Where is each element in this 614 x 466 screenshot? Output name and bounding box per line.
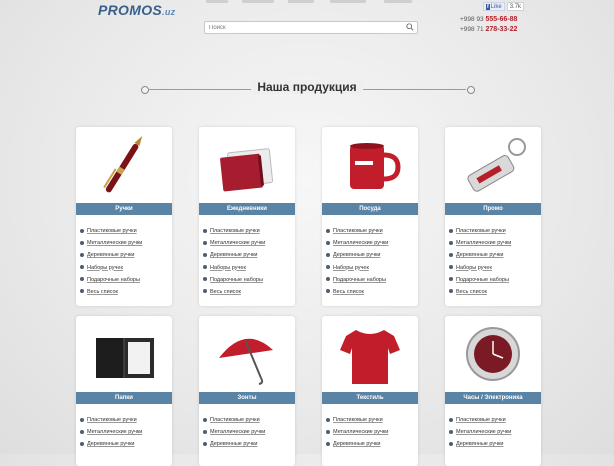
- umbrella-icon: [219, 338, 273, 385]
- list-item[interactable]: Наборы ручек: [203, 264, 265, 276]
- list-item[interactable]: Весь список: [449, 288, 511, 300]
- list-item[interactable]: Пластиковые ручки: [80, 227, 142, 239]
- list-item[interactable]: Пластиковые ручки: [326, 227, 388, 239]
- product-card[interactable]: Промо Пластиковые ручки Металлические ру…: [445, 127, 541, 306]
- list-item[interactable]: Деревянные ручки: [449, 440, 511, 452]
- top-navigation: [206, 0, 426, 4]
- product-card[interactable]: Папки Пластиковые ручки Металлические ру…: [76, 316, 172, 466]
- list-item[interactable]: Подарочные наборы: [326, 276, 388, 288]
- list-item[interactable]: Подарочные наборы: [80, 276, 142, 288]
- list-item[interactable]: Пластиковые ручки: [80, 416, 142, 428]
- list-item[interactable]: Деревянные ручки: [80, 251, 142, 263]
- category-links: Пластиковые ручки Металлические ручки Де…: [449, 227, 511, 300]
- list-item[interactable]: Деревянные ручки: [203, 251, 265, 263]
- category-title[interactable]: Папки: [76, 392, 172, 404]
- phone-line[interactable]: +998 71 278-33-22: [460, 25, 517, 35]
- keychain-icon: [467, 138, 526, 192]
- nav-link[interactable]: [242, 0, 274, 3]
- category-links: Пластиковые ручки Металлические ручки Де…: [203, 416, 265, 453]
- category-title[interactable]: Часы / Электроника: [445, 392, 541, 404]
- list-item[interactable]: Весь список: [80, 288, 142, 300]
- category-title[interactable]: Ручки: [76, 203, 172, 215]
- logo[interactable]: PROMOS.uz: [98, 2, 175, 18]
- category-links: Пластиковые ручки Металлические ручки Де…: [203, 227, 265, 300]
- list-item[interactable]: Металлические ручки: [449, 428, 511, 440]
- list-item[interactable]: Металлические ручки: [203, 239, 265, 251]
- section-title: Наша продукция: [0, 80, 614, 94]
- category-links: Пластиковые ручки Металлические ручки Де…: [449, 416, 511, 453]
- list-item[interactable]: Металлические ручки: [326, 239, 388, 251]
- product-card[interactable]: Ежедневники Пластиковые ручки Металличес…: [199, 127, 295, 306]
- category-links: Пластиковые ручки Металлические ручки Де…: [80, 416, 142, 453]
- category-title[interactable]: Зонты: [199, 392, 295, 404]
- list-item[interactable]: Деревянные ручки: [326, 440, 388, 452]
- list-item[interactable]: Деревянные ручки: [449, 251, 511, 263]
- category-title[interactable]: Промо: [445, 203, 541, 215]
- list-item[interactable]: Деревянные ручки: [326, 251, 388, 263]
- phone-numbers: +998 93 555-66-88 +998 71 278-33-22: [460, 15, 517, 35]
- list-item[interactable]: Металлические ручки: [203, 428, 265, 440]
- list-item[interactable]: Пластиковые ручки: [203, 227, 265, 239]
- product-card[interactable]: Текстиль Пластиковые ручки Металлические…: [322, 316, 418, 466]
- logo-text: PROMOS: [98, 2, 163, 18]
- nav-link[interactable]: [206, 0, 228, 3]
- category-title[interactable]: Посуда: [322, 203, 418, 215]
- list-item[interactable]: Подарочные наборы: [449, 276, 511, 288]
- folder-icon: [96, 338, 154, 378]
- category-title[interactable]: Текстиль: [322, 392, 418, 404]
- nav-link[interactable]: [288, 0, 314, 3]
- logo-suffix: .uz: [162, 7, 176, 17]
- search-box: [204, 21, 418, 34]
- tshirt-icon: [340, 330, 400, 384]
- pen-icon: [103, 135, 143, 193]
- nav-link[interactable]: [384, 0, 412, 3]
- list-item[interactable]: Пластиковые ручки: [449, 227, 511, 239]
- search-input[interactable]: [209, 23, 399, 32]
- product-card[interactable]: Посуда Пластиковые ручки Металлические р…: [322, 127, 418, 306]
- list-item[interactable]: Пластиковые ручки: [203, 416, 265, 428]
- nav-link[interactable]: [330, 0, 366, 3]
- search-icon[interactable]: [406, 23, 414, 31]
- list-item[interactable]: Весь список: [326, 288, 388, 300]
- facebook-like-button[interactable]: f Like: [483, 2, 505, 11]
- product-card[interactable]: Зонты Пластиковые ручки Металлические ру…: [199, 316, 295, 466]
- list-item[interactable]: Металлические ручки: [80, 428, 142, 440]
- category-links: Пластиковые ручки Металлические ручки Де…: [80, 227, 142, 300]
- list-item[interactable]: Наборы ручек: [326, 264, 388, 276]
- list-item[interactable]: Наборы ручек: [449, 264, 511, 276]
- list-item[interactable]: Металлические ручки: [80, 239, 142, 251]
- list-item[interactable]: Пластиковые ручки: [326, 416, 388, 428]
- header: PROMOS.uz fLike 3.7k +998 93 555-66-88 +…: [0, 0, 614, 40]
- phone-line[interactable]: +998 93 555-66-88: [460, 15, 517, 25]
- facebook-like: f Like 3.7k: [483, 2, 525, 11]
- clock-icon: [466, 327, 520, 381]
- list-item[interactable]: Металлические ручки: [326, 428, 388, 440]
- facebook-icon: f: [486, 3, 490, 10]
- list-item[interactable]: Пластиковые ручки: [449, 416, 511, 428]
- category-links: Пластиковые ручки Металлические ручки Де…: [326, 416, 388, 453]
- facebook-like-count: 3.7k: [506, 2, 525, 11]
- list-item[interactable]: Наборы ручек: [80, 264, 142, 276]
- list-item[interactable]: Деревянные ручки: [80, 440, 142, 452]
- product-card[interactable]: Часы / Электроника Пластиковые ручки Мет…: [445, 316, 541, 466]
- notebook-icon: [220, 148, 274, 192]
- list-item[interactable]: Металлические ручки: [449, 239, 511, 251]
- category-links: Пластиковые ручки Металлические ручки Де…: [326, 227, 388, 300]
- mug-icon: [350, 143, 401, 189]
- category-title[interactable]: Ежедневники: [199, 203, 295, 215]
- list-item[interactable]: Весь список: [203, 288, 265, 300]
- list-item[interactable]: Подарочные наборы: [203, 276, 265, 288]
- list-item[interactable]: Деревянные ручки: [203, 440, 265, 452]
- section-heading: Наша продукция: [0, 80, 614, 98]
- product-card[interactable]: Ручки Пластиковые ручки Металлические ру…: [76, 127, 172, 306]
